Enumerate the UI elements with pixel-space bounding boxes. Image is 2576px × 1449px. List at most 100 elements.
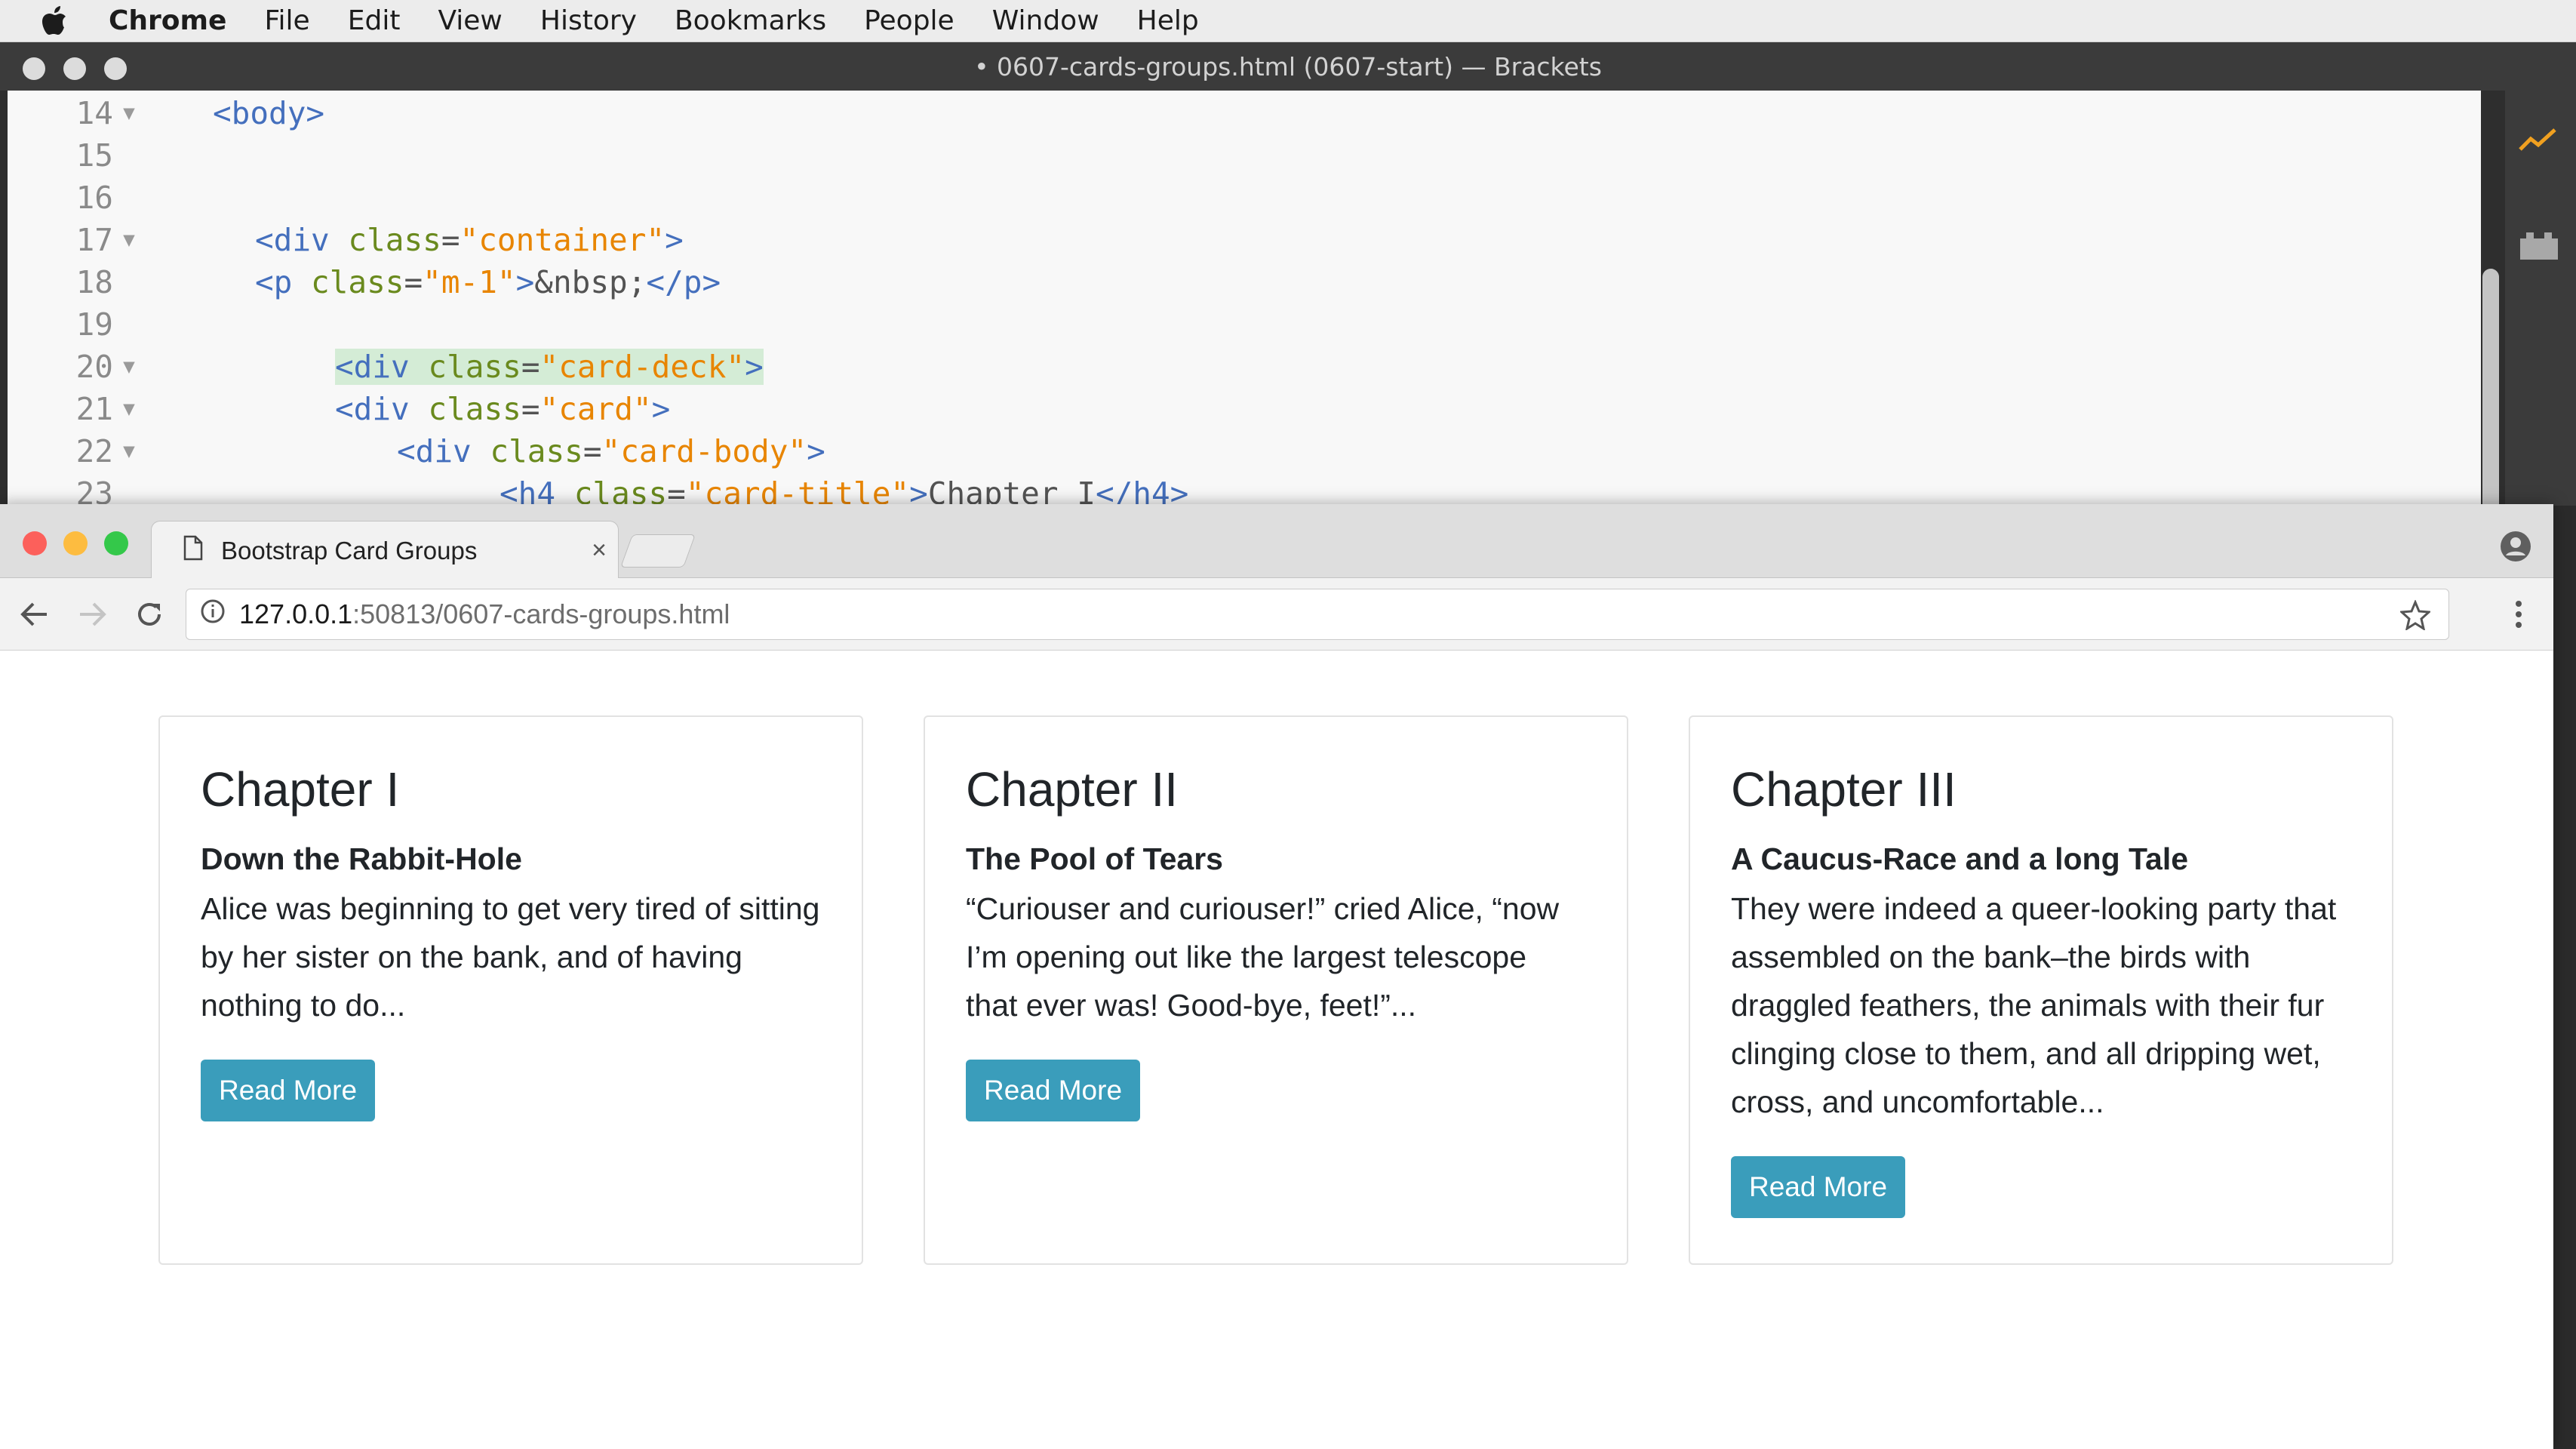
- back-arrow-icon[interactable]: [15, 595, 54, 634]
- code-string: "card-body": [601, 433, 807, 469]
- code-attribute: class: [409, 391, 521, 427]
- page-document-icon: [183, 535, 203, 567]
- code-line[interactable]: 19: [8, 303, 2481, 346]
- code-line[interactable]: 16: [8, 177, 2481, 219]
- code-line[interactable]: 18 <p class="m-1">&nbsp;</p>: [8, 261, 2481, 303]
- profile-icon[interactable]: [2499, 530, 2532, 567]
- fold-arrow-icon[interactable]: ▼: [113, 229, 145, 251]
- code-string: "m-1": [423, 264, 516, 300]
- bookmark-star-icon[interactable]: [2399, 599, 2432, 637]
- line-number: 18: [75, 264, 113, 300]
- chrome-close-button[interactable]: [23, 531, 47, 555]
- code-tag: </p>: [646, 264, 721, 300]
- read-more-button[interactable]: Read More: [966, 1060, 1141, 1121]
- browser-toolbar: 127.0.0.1:50813/0607-cards-groups.html: [0, 578, 2553, 651]
- code-tag: </h4>: [1095, 475, 1189, 506]
- code-tag: <div: [335, 391, 410, 427]
- menu-bookmarks[interactable]: Bookmarks: [675, 5, 826, 36]
- line-number: 19: [75, 306, 113, 343]
- chrome-minimize-button[interactable]: [63, 531, 88, 555]
- line-number: 22: [75, 433, 113, 469]
- code-tag: >: [515, 264, 535, 300]
- live-preview-icon[interactable]: [2517, 125, 2559, 159]
- tab-bootstrap-card-groups[interactable]: Bootstrap Card Groups ×: [151, 521, 619, 580]
- code-line[interactable]: 17 ▼ <div class="container">: [8, 219, 2481, 261]
- fold-arrow-icon[interactable]: ▼: [113, 355, 145, 378]
- line-number: 23: [75, 475, 113, 506]
- line-number: 16: [75, 180, 113, 216]
- brackets-window: • 0607-cards-groups.html (0607-start) — …: [0, 42, 2576, 525]
- code-line[interactable]: 21 ▼ <div class="card">: [8, 388, 2481, 430]
- code-attribute: class: [292, 264, 404, 300]
- line-number: 20: [75, 349, 113, 385]
- web-page: Chapter I Down the Rabbit-Hole Alice was…: [0, 651, 2553, 1449]
- card-subtitle: The Pool of Tears: [966, 841, 1223, 876]
- site-info-icon[interactable]: [200, 598, 226, 631]
- brackets-window-title: • 0607-cards-groups.html (0607-start) — …: [974, 51, 1602, 82]
- code-tag: <body>: [213, 95, 325, 131]
- fold-arrow-icon[interactable]: ▼: [113, 398, 145, 420]
- code-tag: <div: [335, 349, 410, 385]
- menu-chrome[interactable]: Chrome: [109, 5, 226, 36]
- card-chapter-1: Chapter I Down the Rabbit-Hole Alice was…: [158, 715, 863, 1265]
- brackets-minimize-button[interactable]: [63, 57, 86, 80]
- editor-scrollbar[interactable]: [2482, 269, 2499, 525]
- chrome-menu-icon[interactable]: [2499, 595, 2538, 634]
- code-string: "card-title": [685, 475, 910, 506]
- brackets-window-controls: [23, 57, 127, 80]
- menu-window[interactable]: Window: [992, 5, 1099, 36]
- line-number: 15: [75, 137, 113, 174]
- menu-history[interactable]: History: [540, 5, 637, 36]
- new-tab-button[interactable]: [619, 534, 696, 568]
- menu-people[interactable]: People: [864, 5, 954, 36]
- card-subtitle: Down the Rabbit-Hole: [201, 841, 522, 876]
- brackets-zoom-button[interactable]: [104, 57, 127, 80]
- brackets-close-button[interactable]: [23, 57, 45, 80]
- code-tag: <div: [397, 433, 472, 469]
- code-text: &nbsp;: [534, 264, 647, 300]
- code-text: Chapter I: [927, 475, 1096, 506]
- line-number: 14: [75, 95, 113, 131]
- code-line[interactable]: 22 ▼ <div class="card-body">: [8, 430, 2481, 472]
- macos-menu-bar: Chrome File Edit View History Bookmarks …: [0, 0, 2576, 42]
- card-chapter-2: Chapter II The Pool of Tears “Curiouser …: [924, 715, 1628, 1265]
- code-tag: >: [665, 222, 684, 258]
- menu-help[interactable]: Help: [1137, 5, 1199, 36]
- code-line[interactable]: 20 ▼ <div class="card-deck">: [8, 346, 2481, 388]
- code-line[interactable]: 23 <h4 class="card-title">Chapter I</h4>: [8, 472, 2481, 506]
- forward-arrow-icon[interactable]: [72, 595, 112, 634]
- chrome-zoom-button[interactable]: [104, 531, 128, 555]
- fold-arrow-icon[interactable]: ▼: [113, 102, 145, 125]
- apple-logo-icon[interactable]: [36, 5, 72, 36]
- card-subtitle: A Caucus-Race and a long Tale: [1731, 841, 2189, 876]
- fold-arrow-icon[interactable]: ▼: [113, 440, 145, 463]
- url-path: :50813/0607-cards-groups.html: [352, 598, 730, 629]
- address-bar[interactable]: 127.0.0.1:50813/0607-cards-groups.html: [186, 589, 2449, 640]
- code-attribute: class: [555, 475, 668, 506]
- tab-title: Bootstrap Card Groups: [221, 536, 478, 565]
- tab-close-icon[interactable]: ×: [580, 536, 618, 565]
- code-attribute: class: [471, 433, 583, 469]
- code-attribute: class: [409, 349, 521, 385]
- card-title: Chapter III: [1731, 762, 1957, 817]
- code-equals: =: [441, 222, 460, 258]
- code-line[interactable]: 15: [8, 134, 2481, 177]
- card-text: Alice was beginning to get very tired of…: [201, 891, 820, 1023]
- reload-icon[interactable]: [130, 595, 169, 634]
- read-more-button[interactable]: Read More: [1731, 1156, 1906, 1218]
- code-tag: >: [745, 349, 764, 385]
- read-more-button[interactable]: Read More: [201, 1060, 376, 1121]
- chrome-window: Bootstrap Card Groups × 127.0.0.1:50813/…: [0, 504, 2553, 1449]
- code-equals: =: [404, 264, 423, 300]
- code-tag: >: [651, 391, 671, 427]
- code-editor[interactable]: 14 ▼ <body> 15 16 17 ▼ <div class="conta…: [8, 91, 2481, 506]
- card-title: Chapter I: [201, 762, 400, 817]
- menu-file[interactable]: File: [264, 5, 309, 36]
- code-line[interactable]: 14 ▼ <body>: [8, 92, 2481, 134]
- extension-manager-icon[interactable]: [2519, 231, 2559, 265]
- card-title: Chapter II: [966, 762, 1179, 817]
- line-number: 17: [75, 222, 113, 258]
- url-host: 127.0.0.1: [239, 598, 353, 629]
- menu-edit[interactable]: Edit: [348, 5, 401, 36]
- menu-view[interactable]: View: [438, 5, 502, 36]
